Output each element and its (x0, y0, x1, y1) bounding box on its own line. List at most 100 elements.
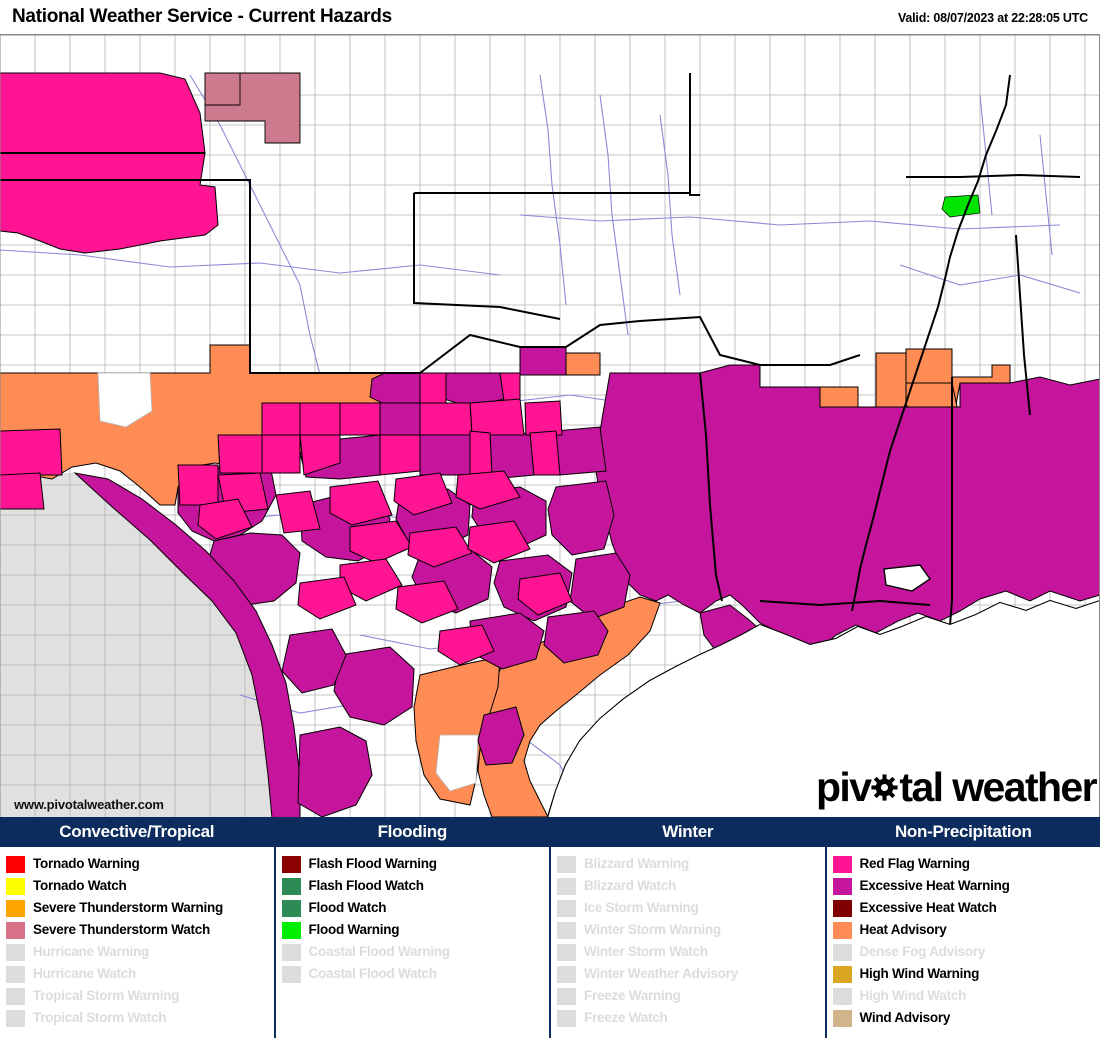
legend-column-non-precipitation: Non-Precipitation Red Flag Warning Excessi… (826, 819, 1100, 1038)
legend-swatch (557, 921, 576, 939)
legend-items: Tornado Warning Tornado Watch Severe Thund… (0, 847, 274, 1038)
legend-item-label: Severe Thunderstorm Warning (33, 900, 224, 916)
logo-text-part1: piv (815, 764, 872, 810)
legend-item[interactable]: Flash Flood Watch (281, 875, 550, 897)
legend-column-convective-tropical: Convective/Tropical Tornado Warning Tornad… (0, 819, 276, 1038)
legend-item-label: Blizzard Watch (584, 878, 677, 894)
legend-swatch (281, 965, 301, 983)
gear-icon (871, 774, 898, 801)
legend-swatch (832, 855, 852, 873)
legend-item-label: Severe Thunderstorm Watch (33, 922, 211, 938)
legend-swatch (281, 943, 301, 961)
legend-item: Ice Storm Warning (557, 897, 825, 919)
legend-item: Coastal Flood Watch (281, 963, 550, 985)
legend-item-label: Heat Advisory (859, 922, 947, 938)
legend-column-winter: Winter Blizzard Warning Blizzard Watch Ice … (551, 819, 827, 1038)
legend-item[interactable]: Severe Thunderstorm Warning (6, 897, 274, 919)
legend-item-label: Tornado Watch (33, 878, 127, 894)
legend-item-label: Flash Flood Watch (308, 878, 425, 894)
legend-swatch (832, 943, 852, 961)
legend-item-label: Flood Warning (308, 922, 400, 938)
legend-item-label: Coastal Flood Warning (308, 944, 451, 960)
legend-item: Winter Storm Warning (557, 919, 825, 941)
legend-item-label: Freeze Watch (584, 1010, 668, 1026)
legend-item-label: Tornado Warning (33, 856, 140, 872)
legend-items: Blizzard Warning Blizzard Watch Ice Storm … (551, 847, 825, 1038)
title-bar: National Weather Service - Current Hazar… (0, 0, 1100, 34)
legend-item-label: Excessive Heat Warning (859, 878, 1010, 894)
legend-item: High Wind Watch (832, 985, 1100, 1007)
legend-swatch (557, 855, 576, 873)
legend-swatch (832, 921, 852, 939)
legend-item: Blizzard Warning (557, 853, 825, 875)
logo-text-part2: tal weather (899, 764, 1097, 810)
legend-item[interactable]: Flash Flood Warning (281, 853, 550, 875)
legend-item: Dense Fog Advisory (832, 941, 1100, 963)
legend-column-title: Convective/Tropical (0, 819, 274, 847)
weather-hazards-page: National Weather Service - Current Hazar… (0, 0, 1100, 1038)
legend-item[interactable]: Flood Watch (281, 897, 550, 919)
legend-swatch (557, 899, 576, 917)
page-title: National Weather Service - Current Hazar… (12, 6, 392, 27)
legend-column-title: Flooding (275, 819, 549, 847)
legend-swatch (281, 921, 301, 939)
legend-swatch (557, 943, 576, 961)
legend-swatch (6, 921, 25, 939)
legend-item-label: High Wind Warning (859, 966, 980, 982)
legend-swatch (6, 855, 25, 873)
legend-swatch (6, 899, 25, 917)
legend-item[interactable]: Heat Advisory (832, 919, 1100, 941)
legend-item[interactable]: Wind Advisory (832, 1007, 1100, 1029)
legend-item-label: Winter Storm Watch (584, 944, 708, 960)
legend-items: Red Flag Warning Excessive Heat Warning Ex… (827, 847, 1100, 1038)
hazard-red-flag-warning-nw[interactable] (0, 72, 219, 254)
legend-item-label: High Wind Watch (859, 988, 967, 1004)
legend-item-label: Wind Advisory (859, 1010, 951, 1026)
site-url[interactable]: www.pivotalweather.com (14, 797, 164, 812)
legend-item-label: Freeze Warning (584, 988, 681, 1004)
legend-item-label: Flood Watch (308, 900, 387, 916)
legend-item-label: Tropical Storm Watch (33, 1010, 167, 1026)
legend-item-label: Blizzard Warning (584, 856, 690, 872)
legend-item-label: Ice Storm Warning (584, 900, 699, 916)
legend-item-label: Tropical Storm Warning (33, 988, 180, 1004)
hazard-legend: Convective/Tropical Tornado Warning Tornad… (0, 817, 1100, 1038)
map-canvas[interactable] (0, 35, 1100, 817)
legend-item[interactable]: Tornado Warning (6, 853, 274, 875)
legend-item: Coastal Flood Warning (281, 941, 550, 963)
legend-item: Tropical Storm Warning (6, 985, 274, 1007)
legend-item[interactable]: Flood Warning (281, 919, 550, 941)
legend-column-title: Winter (551, 819, 825, 847)
legend-swatch (6, 943, 25, 961)
legend-swatch (557, 877, 576, 895)
legend-item: Hurricane Warning (6, 941, 274, 963)
legend-item: Hurricane Watch (6, 963, 274, 985)
legend-swatch (832, 965, 852, 983)
legend-swatch (832, 877, 852, 895)
legend-swatch (281, 899, 301, 917)
legend-swatch (557, 1009, 576, 1027)
legend-swatch (832, 1009, 852, 1027)
legend-item[interactable]: Excessive Heat Watch (832, 897, 1100, 919)
legend-item[interactable]: High Wind Warning (832, 963, 1100, 985)
legend-item[interactable]: Excessive Heat Warning (832, 875, 1100, 897)
legend-swatch (832, 899, 852, 917)
legend-item[interactable]: Tornado Watch (6, 875, 274, 897)
hazard-flood-warning-tn[interactable] (941, 194, 981, 218)
pivotal-weather-logo: piv tal weather (815, 764, 1098, 811)
legend-item-label: Red Flag Warning (859, 856, 971, 872)
legend-item: Blizzard Watch (557, 875, 825, 897)
legend-item[interactable]: Red Flag Warning (832, 853, 1100, 875)
legend-item-label: Hurricane Watch (33, 966, 137, 982)
legend-item-label: Dense Fog Advisory (859, 944, 986, 960)
legend-swatch (281, 855, 301, 873)
legend-item: Freeze Warning (557, 985, 825, 1007)
hazard-map[interactable] (0, 34, 1100, 817)
legend-swatch (6, 965, 25, 983)
legend-item[interactable]: Severe Thunderstorm Watch (6, 919, 274, 941)
legend-swatch (6, 1009, 25, 1027)
legend-item-label: Excessive Heat Watch (859, 900, 997, 916)
legend-items: Flash Flood Warning Flash Flood Watch Floo… (276, 847, 550, 1038)
legend-column-title: Non-Precipitation (826, 819, 1100, 847)
legend-item: Winter Storm Watch (557, 941, 825, 963)
